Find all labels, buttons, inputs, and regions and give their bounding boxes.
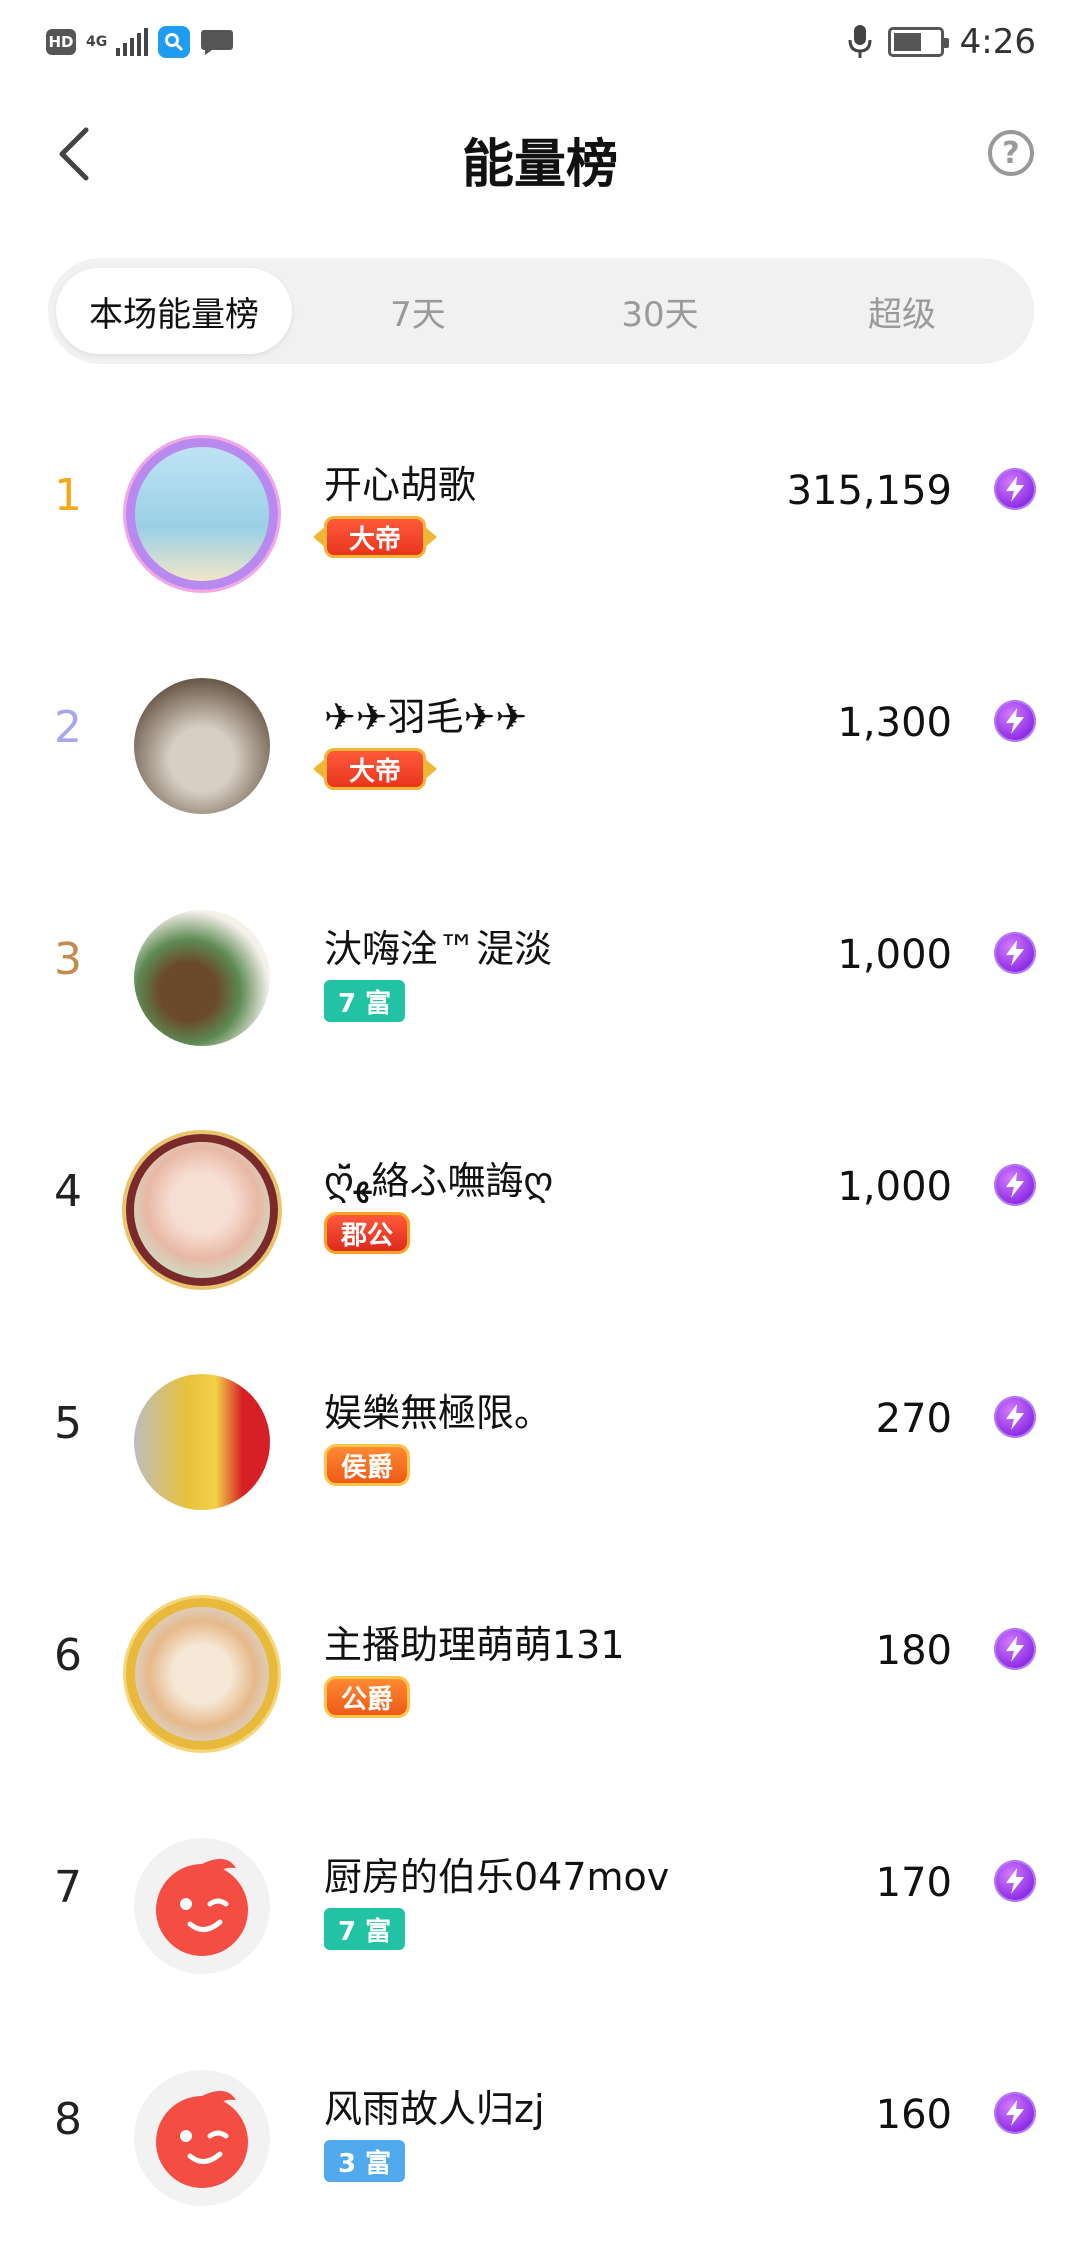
list-item[interactable]: 5 娱樂無極限。 侯爵 270: [0, 1326, 1080, 1558]
list-item[interactable]: 8 风雨故人归zj 3 富 160: [0, 2022, 1080, 2254]
tab-super[interactable]: 超级: [784, 268, 1020, 354]
avatar[interactable]: [126, 670, 278, 822]
rank-number: 6: [54, 1630, 82, 1681]
rank-badge: 大帝: [324, 748, 427, 790]
energy-icon: [994, 2092, 1036, 2134]
default-avatar-icon: [156, 2090, 248, 2188]
energy-score: 1,000: [837, 1164, 952, 1210]
range-tabs: 本场能量榜 7天 30天 超级: [48, 258, 1034, 364]
avatar[interactable]: [126, 2062, 278, 2214]
microphone-icon: [848, 25, 872, 58]
list-item[interactable]: 7 厨房的伯乐047mov 7 富 170: [0, 1790, 1080, 2022]
rank-number: 4: [54, 1166, 82, 1217]
tab-30-days[interactable]: 30天: [542, 268, 778, 354]
energy-icon: [994, 1628, 1036, 1670]
rank-number: 3: [54, 934, 82, 985]
rank-badge: 公爵: [324, 1676, 411, 1718]
rank-number: 1: [54, 470, 82, 521]
default-avatar-icon: [156, 1858, 248, 1956]
list-item[interactable]: 4 ღ̆̈ﻬ絡ふ嘸誨ღ 郡公 1,000: [0, 1094, 1080, 1326]
energy-score: 180: [875, 1628, 952, 1674]
avatar[interactable]: [126, 1598, 278, 1750]
energy-score: 160: [875, 2092, 952, 2138]
list-item[interactable]: 1 开心胡歌 大帝 315,159: [0, 398, 1080, 630]
battery-icon: [887, 27, 949, 57]
energy-score: 315,159: [786, 468, 952, 514]
energy-score: 170: [875, 1860, 952, 1906]
energy-icon: [994, 468, 1036, 510]
tab-7-days[interactable]: 7天: [300, 268, 536, 354]
app-header: 能量榜 ?: [0, 100, 1080, 210]
rank-badge: 郡公: [324, 1212, 411, 1254]
status-left: HD 4G: [46, 26, 234, 58]
energy-icon: [994, 1396, 1036, 1438]
avatar[interactable]: [126, 902, 278, 1054]
user-name: 开心胡歌: [324, 463, 477, 507]
search-app-icon: [158, 26, 190, 58]
energy-icon: [994, 1164, 1036, 1206]
energy-icon: [994, 932, 1036, 974]
rank-number: 8: [54, 2094, 82, 2145]
page-title: 能量榜: [461, 135, 618, 195]
wealth-badge: 7 富: [324, 1908, 406, 1950]
user-name: ღ̆̈ﻬ絡ふ嘸誨ღ: [324, 1159, 554, 1203]
chat-bubble-icon: [201, 30, 233, 55]
list-item[interactable]: 3 汏嗨洤™湜淡 7 富 1,000: [0, 862, 1080, 1094]
avatar[interactable]: [126, 1830, 278, 1982]
signal-icon: [116, 28, 148, 56]
hd-icon: HD: [46, 29, 76, 55]
rank-number: 7: [54, 1862, 82, 1913]
status-time: 4:26: [959, 22, 1036, 62]
list-item[interactable]: 6 主播助理萌萌131 公爵 180: [0, 1558, 1080, 1790]
wealth-badge: 7 富: [324, 980, 406, 1022]
help-icon[interactable]: ?: [988, 130, 1034, 176]
tab-this-session[interactable]: 本场能量榜: [56, 268, 292, 354]
network-type: 4G: [86, 34, 108, 50]
energy-score: 270: [875, 1396, 952, 1442]
wealth-badge: 3 富: [324, 2140, 406, 2182]
user-name: 汏嗨洤™湜淡: [324, 927, 553, 971]
avatar[interactable]: [126, 1366, 278, 1518]
user-name: 风雨故人归zj: [324, 2087, 545, 2131]
rank-number: 5: [54, 1398, 82, 1449]
energy-icon: [994, 700, 1036, 742]
list-item[interactable]: 2 ✈✈羽毛✈✈ 大帝 1,300: [0, 630, 1080, 862]
energy-icon: [994, 1860, 1036, 1902]
rank-badge: 大帝: [324, 516, 427, 558]
user-name: 主播助理萌萌131: [324, 1623, 625, 1667]
rank-number: 2: [54, 702, 82, 753]
energy-score: 1,000: [837, 932, 952, 978]
energy-score: 1,300: [837, 700, 952, 746]
status-bar: HD 4G 4:26: [0, 0, 1080, 88]
user-name: 娱樂無極限。: [324, 1391, 553, 1435]
avatar[interactable]: [126, 438, 278, 590]
user-name: ✈✈羽毛✈✈: [324, 695, 528, 739]
user-name: 厨房的伯乐047mov: [324, 1855, 670, 1899]
avatar[interactable]: [126, 1134, 278, 1286]
status-right: 4:26: [848, 22, 1036, 62]
rank-badge: 侯爵: [324, 1444, 411, 1486]
